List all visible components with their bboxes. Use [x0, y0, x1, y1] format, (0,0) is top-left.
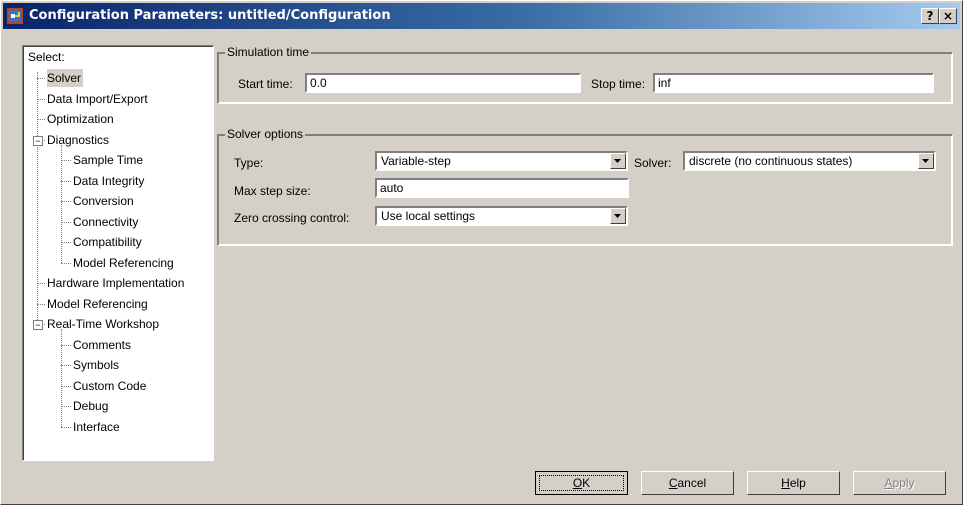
solver-label: Solver:: [634, 156, 672, 170]
help-button[interactable]: Help: [747, 471, 840, 495]
tree-connector: [61, 427, 71, 428]
stop-time-label: Stop time:: [591, 77, 646, 91]
solver-select-dropdown-icon[interactable]: [918, 153, 934, 169]
help-button-label: Help: [781, 476, 806, 490]
tree-item-compatibility[interactable]: Compatibility: [73, 233, 142, 251]
tree-connector: [61, 201, 71, 202]
start-time-label: Start time:: [238, 77, 293, 91]
tree-item-symbols[interactable]: Symbols: [73, 356, 119, 374]
tree-connector: [61, 242, 71, 243]
close-icon[interactable]: ×: [939, 8, 957, 24]
stop-time-input[interactable]: inf: [653, 73, 934, 93]
tree-connector: [37, 99, 45, 100]
tree-item-conversion[interactable]: Conversion: [73, 192, 134, 210]
tree-connector: [61, 263, 71, 264]
solver-select-value: discrete (no continuous states): [689, 154, 853, 168]
cancel-button-label: Cancel: [668, 476, 707, 490]
solver-options-title: Solver options: [225, 127, 306, 141]
tree-item-solver[interactable]: Solver: [47, 69, 84, 87]
tree-connector: [37, 78, 45, 79]
tree-connector: [61, 345, 71, 346]
tree-connector: [61, 160, 71, 161]
ok-button-focus-ring: [539, 475, 624, 491]
tree-item-data-integrity[interactable]: Data Integrity: [73, 172, 144, 190]
tree-connector: [61, 386, 71, 387]
tree-item-interface[interactable]: Interface: [73, 418, 120, 436]
zero-crossing-label: Zero crossing control:: [234, 211, 350, 225]
zero-crossing-dropdown-icon[interactable]: [610, 208, 626, 224]
ok-button[interactable]: OK: [535, 471, 628, 495]
tree-item-model-referencing[interactable]: Model Referencing: [73, 254, 174, 272]
tree-connector: [37, 283, 45, 284]
tree-header: Select:: [28, 50, 65, 64]
simulation-time-title: Simulation time: [225, 45, 312, 59]
cancel-button[interactable]: Cancel: [641, 471, 734, 495]
tree-item-data-import-export[interactable]: Data Import/Export: [47, 90, 148, 108]
tree-connector: [37, 72, 38, 324]
type-select-dropdown-icon[interactable]: [610, 153, 626, 169]
tree-connector: [61, 329, 62, 427]
simulink-app-icon: [7, 8, 23, 24]
type-select[interactable]: Variable-step: [375, 151, 628, 171]
tree-item-optimization[interactable]: Optimization: [47, 110, 114, 128]
tree-item-debug[interactable]: Debug: [73, 397, 108, 415]
tree-collapse-icon[interactable]: −: [33, 136, 43, 146]
type-select-value: Variable-step: [381, 154, 451, 168]
tree-connector: [61, 222, 71, 223]
start-time-input[interactable]: 0.0: [305, 73, 581, 93]
tree-connector: [61, 145, 62, 263]
tree-item-model-referencing[interactable]: Model Referencing: [47, 295, 148, 313]
tree-item-sample-time[interactable]: Sample Time: [73, 151, 143, 169]
apply-button-label: Apply: [884, 476, 915, 490]
configuration-dialog: Configuration Parameters: untitled/Confi…: [0, 0, 963, 505]
tree-item-hardware-implementation[interactable]: Hardware Implementation: [47, 274, 184, 292]
type-label: Type:: [234, 156, 264, 170]
tree-connector: [61, 181, 71, 182]
title-bar[interactable]: Configuration Parameters: untitled/Confi…: [3, 3, 960, 29]
max-step-size-label: Max step size:: [234, 184, 311, 198]
zero-crossing-select[interactable]: Use local settings: [375, 206, 628, 226]
window-title: Configuration Parameters: untitled/Confi…: [29, 8, 391, 23]
tree-item-real-time-workshop[interactable]: Real-Time Workshop: [47, 315, 159, 333]
apply-button[interactable]: Apply: [853, 471, 946, 495]
select-tree[interactable]: Select: Solver Data Import/Export Optimiza…: [22, 45, 214, 461]
solver-select[interactable]: discrete (no continuous states): [683, 151, 936, 171]
tree-connector: [37, 119, 45, 120]
help-title-button[interactable]: ?: [921, 8, 939, 24]
zero-crossing-select-value: Use local settings: [381, 209, 476, 223]
tree-item-comments[interactable]: Comments: [73, 336, 131, 354]
max-step-size-input[interactable]: auto: [375, 178, 629, 198]
tree-connector: [37, 304, 45, 305]
tree-item-custom-code[interactable]: Custom Code: [73, 377, 146, 395]
tree-item-diagnostics[interactable]: Diagnostics: [47, 131, 109, 149]
tree-collapse-icon[interactable]: −: [33, 320, 43, 330]
tree-connector: [61, 365, 71, 366]
tree-connector: [61, 406, 71, 407]
tree-item-connectivity[interactable]: Connectivity: [73, 213, 138, 231]
